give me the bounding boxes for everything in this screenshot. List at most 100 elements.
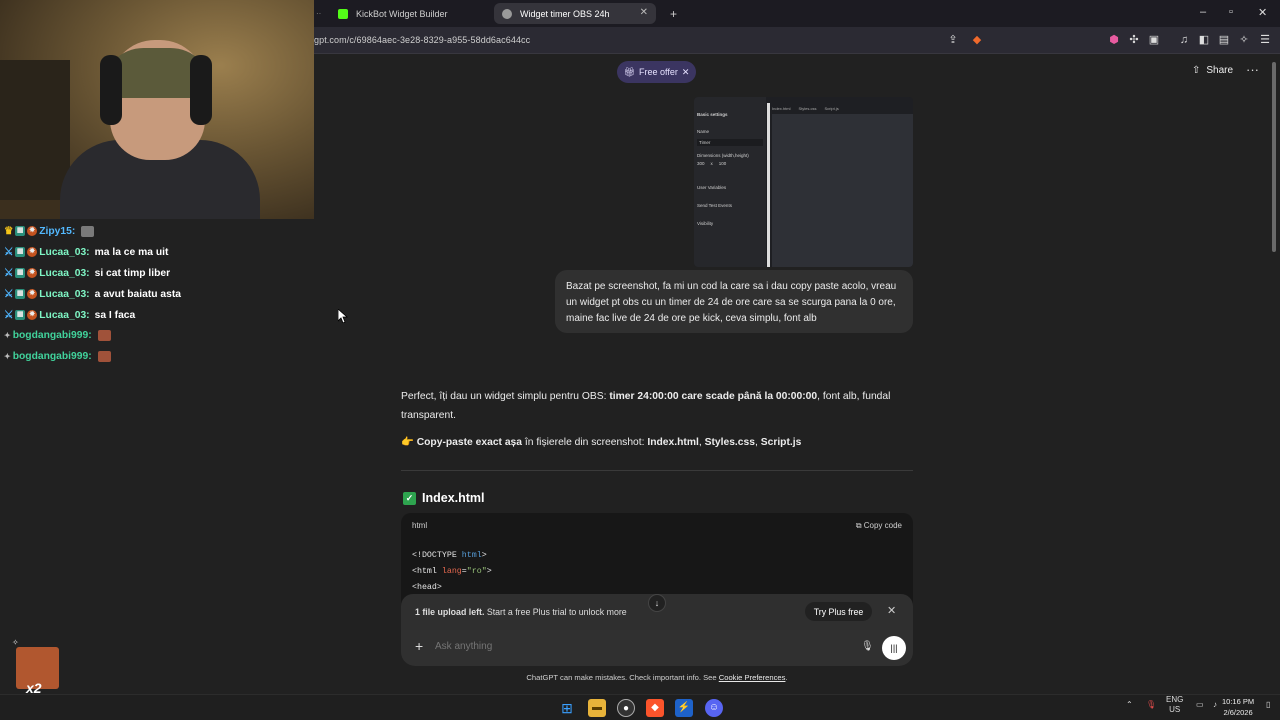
disclaimer-text: ChatGPT can make mistakes. Check importa…	[526, 673, 719, 682]
mic-tray-icon[interactable]: 🎙︎	[1146, 700, 1156, 709]
free-offer-label: Free offer	[639, 67, 678, 77]
maximize-button[interactable]: ▫	[1229, 6, 1233, 18]
webcam-shelf	[0, 60, 70, 200]
microphone-icon[interactable]: 🎙︎	[861, 641, 874, 652]
tab-title: Widget timer OBS 24h	[520, 8, 610, 19]
chat-text: ma la ce ma uit	[94, 246, 169, 258]
wallet-2-icon[interactable]: ▤	[1217, 33, 1231, 47]
menu-icon[interactable]: ☰	[1258, 33, 1272, 47]
volume-icon[interactable]: ♪	[1213, 700, 1217, 709]
file-explorer-icon[interactable]: ▬	[588, 699, 606, 717]
new-tab-button[interactable]: +	[662, 3, 685, 24]
brave-shield-icon[interactable]: ◆	[970, 33, 984, 47]
copy-code-button[interactable]: ⧉ Copy code	[856, 521, 902, 531]
attach-button[interactable]: +	[415, 638, 423, 654]
subscriber-badge: ▦	[15, 226, 26, 236]
tab-kickbot[interactable]: KickBot Widget Builder	[330, 3, 490, 24]
discord-icon[interactable]: ☺	[705, 699, 723, 717]
prompt-input[interactable]	[435, 641, 815, 652]
cookie-preferences-link[interactable]: Cookie Preferences	[719, 673, 786, 682]
brave-browser-icon[interactable]: ◆	[646, 699, 664, 717]
scrollbar-thumb[interactable]	[1272, 62, 1276, 252]
uploaded-screenshot[interactable]: Basic settings Name Timer Dimensions (wi…	[694, 97, 913, 267]
clock[interactable]: 10:16 PM 2/6/2026	[1222, 696, 1254, 718]
vpn-icon[interactable]: ⬢	[1107, 33, 1121, 47]
try-plus-button[interactable]: Try Plus free	[805, 602, 872, 621]
copy-code-label: Copy code	[863, 521, 902, 530]
screenshot-tabs: Index.html Styles.css Script.js	[772, 106, 839, 111]
lang-bottom: US	[1169, 705, 1181, 714]
pointing-hand-icon: 👉	[401, 437, 414, 448]
free-offer-pill[interactable]: 🎁︎ Free offer ✕	[617, 61, 696, 83]
sword-icon: ⚔	[4, 289, 14, 300]
scroll-down-button[interactable]: ↓	[648, 594, 666, 612]
sidebar-icon[interactable]: ◧	[1197, 33, 1211, 47]
chat-emote	[97, 330, 111, 341]
close-banner-icon[interactable]: ✕	[887, 604, 896, 617]
page-scrollbar[interactable]	[1270, 54, 1278, 694]
screenshot-row: Dimensions (width,height)	[697, 153, 749, 158]
screenshot-dims: 300 x 100	[697, 161, 726, 166]
share-button[interactable]: ⇧ Share	[1192, 65, 1233, 76]
bold-segment: Styles.css	[704, 437, 755, 448]
copy-icon: ⧉	[855, 521, 864, 530]
chat-text: a avut baiatu asta	[94, 288, 182, 300]
clock-time: 10:16 PM	[1222, 697, 1255, 706]
sparkle-icon: ✧	[12, 638, 19, 647]
headphone-left	[100, 55, 122, 125]
wallet-icon[interactable]: ▣	[1147, 33, 1161, 47]
chat-username: Lucaa_03:	[39, 246, 90, 258]
screenshot-tab: Index.html	[772, 106, 791, 111]
obs-icon[interactable]: ●	[617, 699, 635, 717]
url-field[interactable]: gpt.com/c/69864aec-3e28-8329-a955-58dd6a…	[314, 35, 530, 45]
disclaimer: ChatGPT can make mistakes. Check importa…	[401, 673, 913, 682]
dim-height: 100	[718, 161, 727, 166]
network-icon[interactable]: ▭	[1196, 700, 1204, 709]
subscriber-badge: ▦	[15, 268, 26, 278]
language-indicator[interactable]: ENG US	[1166, 695, 1183, 715]
crown-icon: ♛	[4, 226, 14, 237]
chat-message: ⚔ ▦ ✸ Lucaa_03: si cat timp liber	[4, 267, 171, 280]
mouse-cursor-icon	[338, 309, 348, 323]
subscriber-badge: ▦	[15, 289, 26, 299]
subscriber-badge: ▦	[15, 247, 26, 257]
divider	[401, 470, 913, 471]
windows-taskbar: ⊞ ▬ ● ◆ ⚡ ☺ ⌃ 🎙︎ ENG US ▭ ♪ 10:16 PM 2/6…	[0, 694, 1280, 720]
clock-date: 2/6/2026	[1223, 708, 1253, 717]
kick-badge: ✸	[27, 310, 38, 320]
minimize-button[interactable]: –	[1200, 6, 1206, 18]
close-window-button[interactable]: ✕	[1258, 6, 1267, 19]
kickbot-app-icon[interactable]: ⚡	[675, 699, 693, 717]
kick-badge: ✸	[27, 226, 38, 236]
leo-ai-icon[interactable]: ✧	[1237, 33, 1251, 47]
screenshot-row: Name	[697, 129, 710, 134]
kick-badge: ✸	[27, 268, 38, 278]
section-heading: ✓ Index.html	[403, 491, 485, 505]
tray-overflow-icon[interactable]: ⌃	[1126, 700, 1133, 709]
screenshot-editor	[772, 114, 913, 267]
kick-favicon-icon	[338, 8, 348, 19]
tab-widget-timer[interactable]: Widget timer OBS 24h ✕	[494, 3, 656, 24]
composer: + 🎙︎ |||	[401, 630, 913, 666]
extensions-icon[interactable]: ✣	[1127, 33, 1141, 47]
chat-emote	[97, 351, 111, 362]
sword-icon: ⚔	[4, 247, 14, 258]
close-icon[interactable]: ✕	[682, 67, 690, 78]
windows-start-icon[interactable]: ⊞	[558, 699, 576, 717]
notifications-icon[interactable]: ▯	[1266, 700, 1270, 709]
chatgpt-favicon-icon	[502, 8, 512, 19]
share-page-icon[interactable]: ⇪	[946, 33, 960, 47]
screenshot-sidebar	[694, 97, 766, 267]
more-options-button[interactable]: ···	[1246, 62, 1259, 77]
stream-chat-overlay: ♛ ▦ ✸ Zipy15: ⚔ ▦ ✸ Lucaa_03: ma la ce m…	[0, 219, 314, 694]
gift-alert: ✧ x2	[12, 638, 60, 696]
chat-text: si cat timp liber	[94, 267, 171, 279]
lang-top: ENG	[1166, 695, 1184, 704]
share-icon: ⇧	[1192, 65, 1201, 76]
chat-username: bogdangabi999:	[12, 351, 92, 362]
sparkle-badge-icon: ✦	[4, 352, 11, 361]
media-icon[interactable]: ♫	[1177, 33, 1191, 47]
chat-username: bogdangabi999:	[12, 330, 92, 341]
tab-close-icon[interactable]: ✕	[640, 7, 648, 18]
voice-mode-button[interactable]: |||	[882, 636, 906, 660]
